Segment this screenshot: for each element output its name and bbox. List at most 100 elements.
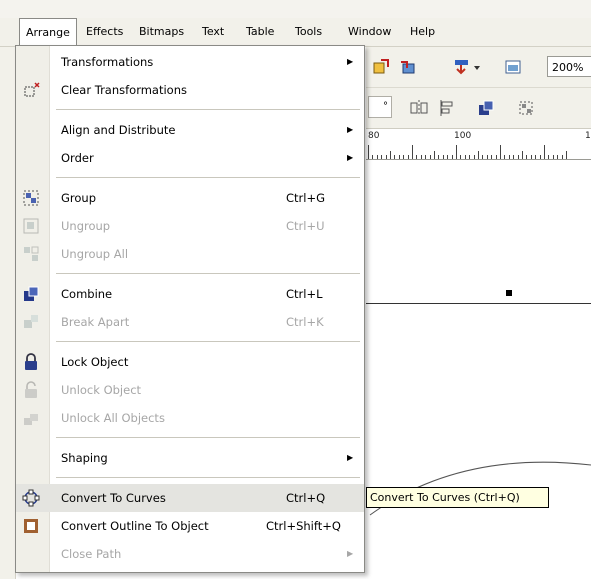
menu-item-shaping[interactable]: Shaping ▶ xyxy=(16,444,364,472)
menu-item-convert-to-curves[interactable]: Convert To Curves Ctrl+Q xyxy=(16,484,364,512)
ruler-tick xyxy=(451,155,453,159)
ruler-tick xyxy=(552,155,554,159)
submenu-arrow-icon: ▶ xyxy=(347,57,354,66)
horizontal-ruler: 80 100 1 xyxy=(366,129,591,160)
menu-item-break-apart[interactable]: Break Apart Ctrl+K xyxy=(16,308,364,336)
combine-icon[interactable] xyxy=(476,98,496,118)
property-bar: ° xyxy=(366,88,591,129)
menu-item-shortcut: Ctrl+Q xyxy=(286,491,326,505)
arrange-menu: Transformations ▶ Clear Transformations … xyxy=(15,45,365,573)
ruler-tick xyxy=(438,155,440,159)
import-icon[interactable] xyxy=(371,57,391,77)
ruler-tick xyxy=(412,145,413,159)
ruler-tick xyxy=(473,155,475,159)
menu-item-unlock-object[interactable]: Unlock Object xyxy=(16,376,364,404)
ruler-tick xyxy=(394,155,396,159)
application-launcher-icon[interactable] xyxy=(452,57,472,77)
menu-help[interactable]: Help xyxy=(404,18,441,46)
ungroup-all-icon xyxy=(22,245,40,263)
menu-item-order[interactable]: Order ▶ xyxy=(16,144,364,172)
page-border-line xyxy=(366,303,591,304)
ruler-tick xyxy=(491,155,493,159)
menu-item-label: Unlock Object xyxy=(61,383,142,397)
menu-item-label: Convert To Curves xyxy=(61,491,166,505)
menu-separator xyxy=(56,109,360,110)
menu-table[interactable]: Table xyxy=(240,18,280,46)
menu-item-group[interactable]: Group Ctrl+G xyxy=(16,184,364,212)
menu-effects[interactable]: Effects xyxy=(80,18,129,46)
clear-transformations-icon xyxy=(22,81,40,99)
menu-item-clear-transformations[interactable]: Clear Transformations xyxy=(16,76,364,104)
rotation-angle-field[interactable]: ° xyxy=(368,96,392,118)
left-toolbox xyxy=(0,47,16,579)
ruler-tick xyxy=(376,155,378,159)
group-icon[interactable] xyxy=(516,98,536,118)
submenu-arrow-icon: ▶ xyxy=(347,153,354,162)
ruler-tick xyxy=(425,155,427,159)
menu-item-align-and-distribute[interactable]: Align and Distribute ▶ xyxy=(16,116,364,144)
ruler-tick xyxy=(544,145,545,159)
menu-item-shortcut: Ctrl+K xyxy=(286,315,324,329)
menu-item-close-path[interactable]: Close Path ▶ xyxy=(16,540,364,568)
zoom-level-input[interactable]: 200% xyxy=(547,56,591,77)
menu-item-label: Order xyxy=(61,151,94,165)
ruler-tick xyxy=(517,155,519,159)
ruler-tick xyxy=(561,155,563,159)
ruler-tick xyxy=(429,155,431,159)
menu-bar: Arrange Effects Bitmaps Text Table Tools… xyxy=(0,18,591,47)
standard-toolbar: 200% xyxy=(366,47,591,88)
menu-item-label: Close Path xyxy=(61,547,122,561)
convert-outline-icon xyxy=(22,517,40,535)
export-icon[interactable] xyxy=(398,57,418,77)
ruler-tick xyxy=(500,145,501,159)
ruler-tick xyxy=(407,155,409,159)
menu-item-ungroup[interactable]: Ungroup Ctrl+U xyxy=(16,212,364,240)
ruler-tick xyxy=(539,155,541,159)
align-distribute-icon[interactable] xyxy=(436,98,456,118)
menu-item-shortcut: Ctrl+Shift+Q xyxy=(266,519,341,533)
menu-item-label: Transformations xyxy=(61,55,154,69)
ruler-tick xyxy=(464,155,466,159)
menu-item-transformations[interactable]: Transformations ▶ xyxy=(16,48,364,76)
ruler-tick xyxy=(482,155,484,159)
ruler-label: 80 xyxy=(368,131,380,141)
menu-item-label: Group xyxy=(61,191,97,205)
menu-item-label: Convert Outline To Object xyxy=(61,519,209,533)
ruler-tick xyxy=(495,155,497,159)
ruler-tick xyxy=(434,151,435,159)
menu-item-label: Combine xyxy=(61,287,113,301)
menu-item-lock-object[interactable]: Lock Object xyxy=(16,348,364,376)
ruler-tick xyxy=(469,155,471,159)
ruler-tick xyxy=(526,155,528,159)
menu-item-label: Align and Distribute xyxy=(61,123,176,137)
menu-item-label: Clear Transformations xyxy=(61,83,188,97)
ruler-tick xyxy=(456,145,457,159)
ruler-tick xyxy=(486,155,488,159)
ellipse-object xyxy=(369,461,591,516)
menu-item-combine[interactable]: Combine Ctrl+L xyxy=(16,280,364,308)
ruler-tick xyxy=(478,151,479,159)
menu-item-unlock-all-objects[interactable]: Unlock All Objects xyxy=(16,404,364,432)
menu-item-convert-outline-to-object[interactable]: Convert Outline To Object Ctrl+Shift+Q xyxy=(16,512,364,540)
ruler-tick xyxy=(403,155,405,159)
launcher-dropdown-icon[interactable] xyxy=(472,57,482,77)
menu-item-label: Unlock All Objects xyxy=(61,411,165,425)
menu-text[interactable]: Text xyxy=(196,18,230,46)
ruler-tick xyxy=(557,155,559,159)
ruler-tick xyxy=(368,145,369,159)
mirror-horizontal-icon[interactable] xyxy=(409,98,429,118)
menu-arrange[interactable]: Arrange xyxy=(19,18,77,46)
welcome-screen-icon[interactable] xyxy=(503,57,523,77)
menu-item-ungroup-all[interactable]: Ungroup All xyxy=(16,240,364,268)
menu-item-shortcut: Ctrl+U xyxy=(286,219,325,233)
menu-tools[interactable]: Tools xyxy=(289,18,328,46)
submenu-arrow-icon: ▶ xyxy=(347,549,354,558)
menu-window[interactable]: Window xyxy=(342,18,397,46)
menu-item-shortcut: Ctrl+L xyxy=(286,287,323,301)
ruler-label: 100 xyxy=(454,131,472,141)
convert-to-curves-icon xyxy=(22,489,40,507)
menu-separator xyxy=(56,341,360,342)
selection-center-marker xyxy=(506,290,512,296)
menu-bitmaps[interactable]: Bitmaps xyxy=(133,18,190,46)
ruler-tick xyxy=(447,155,449,159)
